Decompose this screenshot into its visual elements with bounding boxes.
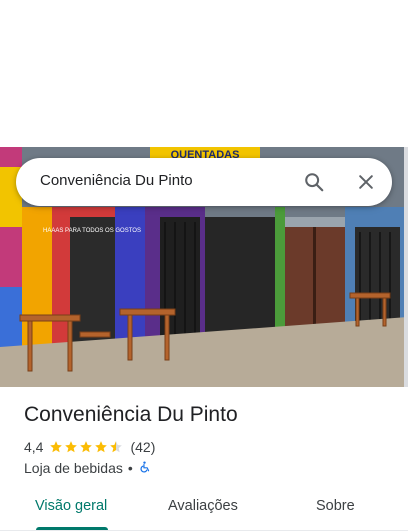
separator-dot: •	[127, 460, 133, 476]
search-icon[interactable]	[300, 168, 328, 196]
close-icon[interactable]	[352, 168, 380, 196]
tab-overview[interactable]: Visão geral	[35, 498, 107, 514]
star-icon	[80, 441, 93, 453]
tab-about[interactable]: Sobre	[316, 498, 355, 514]
rating-value: 4,4	[24, 439, 44, 455]
rating-row: 4,4 (42)	[24, 438, 155, 456]
tab-reviews[interactable]: Avaliações	[168, 498, 238, 514]
search-bar[interactable]: Conveniência Du Pinto	[16, 158, 392, 206]
place-category[interactable]: Loja de bebidas	[24, 460, 123, 476]
star-icon	[95, 441, 108, 453]
category-row: Loja de bebidas •	[24, 459, 151, 477]
star-half-icon	[110, 441, 123, 453]
star-icon	[50, 441, 63, 453]
photo-scroll-edge	[404, 147, 408, 387]
star-rating	[49, 440, 124, 454]
search-input[interactable]: Conveniência Du Pinto	[40, 172, 193, 189]
place-tabs: Visão geral Avaliações Sobre	[0, 490, 408, 532]
wheelchair-icon	[138, 460, 151, 477]
star-icon	[65, 441, 78, 453]
review-count[interactable]: (42)	[130, 439, 155, 455]
wall-text: HAAAS PARA TODOS OS GOSTOS	[43, 228, 141, 234]
place-title: Conveniência Du Pinto	[24, 403, 238, 426]
tabs-divider	[0, 530, 408, 531]
map-blank-area	[0, 0, 408, 147]
